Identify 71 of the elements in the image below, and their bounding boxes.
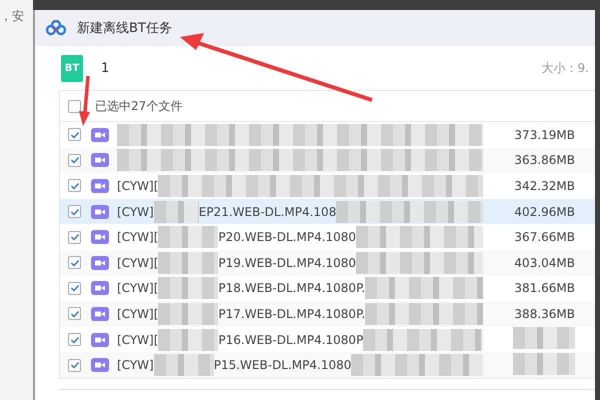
- mosaic-redaction: [154, 200, 199, 223]
- video-file-icon: [91, 178, 109, 193]
- file-name-text: [CYW]: [117, 204, 154, 219]
- file-checkbox[interactable]: [68, 230, 81, 244]
- cloud-logo-icon: [45, 20, 67, 36]
- file-row[interactable]: [CYW] EP21.WEB-DL.MP4.108 402.96MB: [60, 198, 595, 224]
- file-row[interactable]: [CYW][ 342.32MB: [60, 173, 595, 199]
- file-row[interactable]: 373.19MB: [60, 122, 595, 148]
- file-checkbox[interactable]: [68, 282, 81, 295]
- mosaic-redaction: [158, 226, 218, 248]
- annotation-arrow: [79, 76, 90, 126]
- file-checkbox[interactable]: [68, 358, 81, 372]
- file-size: 367.66MB: [513, 230, 576, 244]
- file-size: 402.96MB: [513, 204, 576, 219]
- file-checkbox[interactable]: [68, 154, 81, 167]
- video-file-icon: [91, 230, 109, 244]
- file-name-text: P15.WEB-DL.MP4.1080: [214, 358, 352, 372]
- file-name-text: [CYW][: [117, 332, 158, 347]
- file-checkbox[interactable]: [68, 179, 81, 192]
- file-size: 388.36MB: [513, 306, 576, 321]
- file-size: 342.32MB: [513, 178, 576, 193]
- mosaic-redaction: [158, 302, 218, 325]
- file-name-text: [CYW][: [117, 281, 158, 296]
- file-row[interactable]: [CYW][ P20.WEB-DL.MP4.1080 367.66MB: [60, 224, 595, 250]
- torrent-name: 1: [101, 60, 110, 76]
- file-name-text: P17.WEB-DL.MP4.1080P.: [218, 306, 366, 321]
- file-name-text: [CYW][: [117, 306, 158, 321]
- file-name-text: P16.WEB-DL.MP4.1080P: [218, 332, 364, 347]
- video-file-icon: [91, 256, 109, 270]
- background-text: ，安: [0, 8, 24, 25]
- bt-file-icon: BT: [61, 54, 83, 82]
- file-checkbox[interactable]: [68, 333, 81, 346]
- video-file-icon: [91, 128, 109, 142]
- file-name-text: EP21.WEB-DL.MP4.108: [198, 204, 336, 219]
- file-row[interactable]: [CYW][ P17.WEB-DL.MP4.1080P. 388.36MB: [60, 301, 595, 327]
- file-row[interactable]: [CYW][ P19.WEB-DL.MP4.1080 403.04MB: [60, 250, 595, 276]
- file-name-text: P18.WEB-DL.MP4.1080P.: [218, 281, 366, 296]
- file-size: 363.86MB: [513, 153, 576, 168]
- file-size: 381.66MB: [513, 281, 576, 296]
- mosaic-redaction: [158, 328, 218, 351]
- video-file-icon: [91, 153, 109, 168]
- video-file-icon: [91, 306, 109, 321]
- select-all-checkbox[interactable]: [68, 100, 81, 112]
- file-size: 403.04MB: [513, 256, 576, 270]
- mosaic-redaction: [513, 352, 575, 375]
- file-name-text: P19.WEB-DL.MP4.1080: [218, 256, 356, 270]
- file-checkbox[interactable]: [68, 256, 81, 270]
- window-title: 新建离线BT任务: [77, 20, 172, 37]
- file-row[interactable]: [CYW][ P18.WEB-DL.MP4.1080P. 381.66MB: [60, 276, 595, 302]
- file-checkbox[interactable]: [68, 205, 81, 218]
- file-row[interactable]: [CYW] P15.WEB-DL.MP4.1080: [60, 352, 595, 378]
- size-label: 大小：9.: [542, 60, 589, 76]
- file-row[interactable]: 363.86MB: [60, 148, 595, 174]
- file-row[interactable]: [CYW][ P16.WEB-DL.MP4.1080P: [60, 326, 595, 352]
- file-size: 373.19MB: [513, 128, 576, 142]
- video-file-icon: [91, 358, 109, 372]
- mosaic-redaction: [513, 327, 575, 350]
- file-checkbox[interactable]: [68, 307, 81, 320]
- file-name-text: [CYW][: [117, 230, 158, 244]
- file-name-text: P20.WEB-DL.MP4.1080: [218, 230, 356, 244]
- mosaic-redaction: [154, 354, 214, 376]
- video-file-icon: [91, 204, 109, 219]
- selected-count: 已选中27个文件: [95, 98, 182, 114]
- mosaic-redaction: [158, 277, 218, 300]
- file-name-text: [CYW]: [117, 358, 154, 372]
- file-name-text: [CYW][: [117, 256, 158, 270]
- video-file-icon: [91, 281, 109, 296]
- video-file-icon: [91, 332, 109, 347]
- file-checkbox[interactable]: [68, 128, 81, 142]
- mosaic-redaction: [158, 252, 218, 274]
- file-name-text: [CYW][: [117, 178, 158, 193]
